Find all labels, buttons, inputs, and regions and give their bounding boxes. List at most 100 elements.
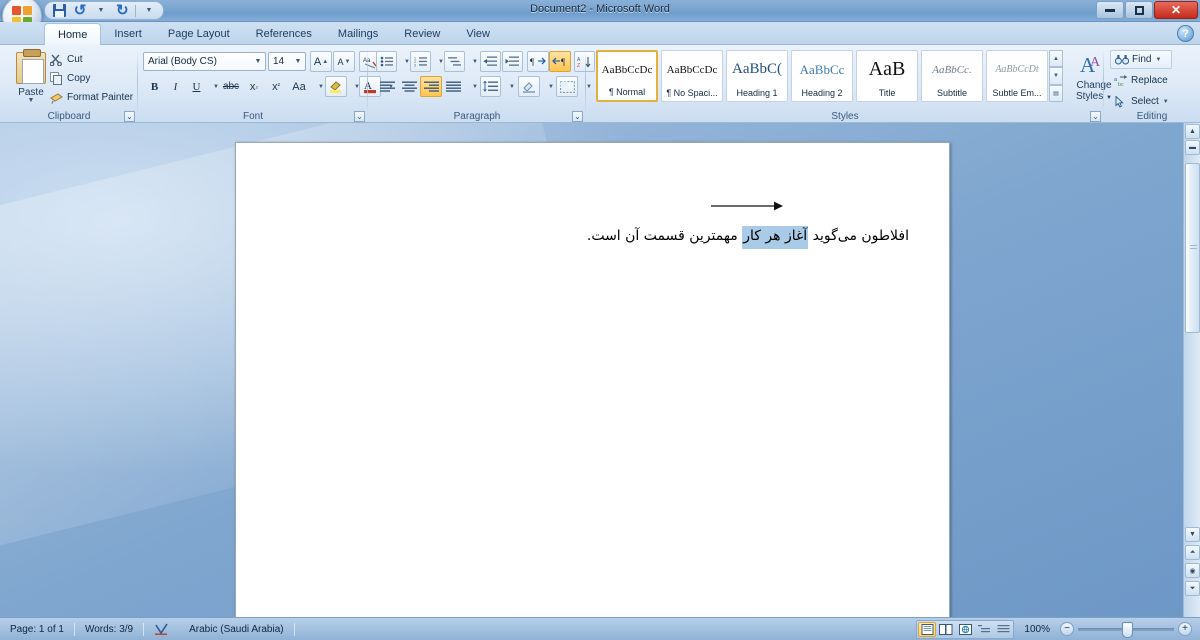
undo-dropdown-icon[interactable]: ▼ (93, 3, 109, 18)
style-name: Heading 2 (801, 88, 843, 98)
style-heading-2[interactable]: AaBbCc Heading 2 (791, 50, 853, 102)
zoom-in-button[interactable]: + (1178, 622, 1192, 636)
word-count[interactable]: Words: 3/9 (75, 618, 143, 640)
save-button[interactable] (51, 3, 67, 18)
underline-button[interactable]: U (186, 76, 207, 97)
status-divider (293, 622, 295, 636)
style-no-spacing[interactable]: AaBbCcDc ¶ No Spaci... (661, 50, 723, 102)
ribbon-group-paragraph: ▼ 123 ▼ ▼ ¶ ¶ AZ ▼ ▼ ▼ ▼ Paragraph ⌄ (368, 45, 619, 123)
split-window-button[interactable]: ▬ (1185, 140, 1200, 155)
style-normal[interactable]: AaBbCcDc ¶ Normal (596, 50, 658, 102)
styles-dialog-launcher[interactable]: ⌄ (1090, 111, 1101, 122)
tab-mailings[interactable]: Mailings (325, 22, 391, 45)
zoom-track[interactable] (1078, 621, 1174, 638)
select-dropdown-icon[interactable]: ▼ (1163, 99, 1169, 105)
tab-page-layout[interactable]: Page Layout (155, 22, 243, 45)
style-title[interactable]: AaB Title (856, 50, 918, 102)
italic-button[interactable]: I (165, 76, 186, 97)
zoom-out-button[interactable]: − (1060, 622, 1074, 636)
rtl-text-direction-button[interactable]: ¶ (549, 51, 571, 72)
styles-scroll-up-button[interactable]: ▲ (1049, 50, 1063, 68)
increase-indent-button[interactable] (502, 51, 523, 72)
language-indicator[interactable]: Arabic (Saudi Arabia) (179, 618, 294, 640)
selected-text-run[interactable]: آغاز هر کار (742, 226, 809, 249)
help-icon[interactable]: ? (1177, 25, 1194, 42)
format-painter-button[interactable]: Format Painter (46, 89, 136, 106)
find-dropdown-icon[interactable]: ▼ (1155, 57, 1161, 63)
scroll-up-button[interactable]: ▲ (1185, 124, 1200, 139)
redo-button[interactable]: ↺ (114, 2, 130, 19)
style-name: Subtle Em... (992, 88, 1042, 98)
close-button[interactable]: ✕ (1154, 1, 1198, 19)
zoom-level[interactable]: 100% (1014, 624, 1060, 635)
vertical-scrollbar[interactable]: ▲ ▬ ▼ ⏶ ◉ ⏷ (1183, 123, 1200, 617)
copy-button[interactable]: Copy (46, 70, 93, 87)
line-spacing-button[interactable] (480, 76, 501, 97)
borders-button[interactable] (556, 76, 578, 97)
font-dialog-launcher[interactable]: ⌄ (354, 111, 365, 122)
tab-review[interactable]: Review (391, 22, 453, 45)
font-name-combobox[interactable]: Arial (Body CS) ▼ (143, 52, 266, 71)
align-right-button[interactable] (420, 76, 442, 97)
subscript-button[interactable]: x₂ (243, 76, 265, 97)
style-subtle-emphasis[interactable]: AaBbCcDt Subtle Em... (986, 50, 1048, 102)
style-heading-1[interactable]: AaBbC( Heading 1 (726, 50, 788, 102)
styles-more-button[interactable]: ▤ (1049, 84, 1063, 102)
font-size-combobox[interactable]: 14 ▼ (268, 52, 306, 71)
scroll-thumb[interactable] (1185, 163, 1200, 333)
numbering-button[interactable]: 123 (410, 51, 431, 72)
font-name-dropdown-icon[interactable]: ▼ (251, 53, 265, 70)
bold-button[interactable]: B (144, 76, 165, 97)
zoom-thumb[interactable] (1122, 621, 1133, 638)
font-size-dropdown-icon[interactable]: ▼ (291, 53, 305, 70)
tab-view[interactable]: View (453, 22, 503, 45)
shrink-font-button[interactable]: A ▼ (333, 51, 355, 72)
tab-references[interactable]: References (243, 22, 325, 45)
align-center-button[interactable] (398, 76, 420, 97)
print-layout-view-button[interactable] (918, 621, 937, 637)
document-page[interactable]: افلاطون می‌گوید آغاز هر کار مهمترین قسمت… (235, 142, 950, 617)
find-button[interactable]: Find ▼ (1110, 50, 1172, 69)
replace-button[interactable]: a bc Replace (1110, 71, 1184, 90)
scroll-down-button[interactable]: ▼ (1185, 527, 1200, 542)
full-screen-reading-view-button[interactable] (937, 622, 955, 637)
select-button[interactable]: Select ▼ (1110, 92, 1178, 111)
paragraph-dialog-launcher[interactable]: ⌄ (572, 111, 583, 122)
customize-qat-button[interactable]: ▼ (141, 3, 157, 18)
bullets-button[interactable] (376, 51, 397, 72)
shading-button[interactable] (518, 76, 540, 97)
paste-dropdown-icon[interactable]: ▼ (28, 97, 35, 104)
style-name: ¶ No Spaci... (666, 88, 718, 98)
strikethrough-button[interactable]: abc (219, 76, 243, 97)
cut-button[interactable]: Cut (46, 51, 86, 68)
restore-button[interactable] (1125, 1, 1153, 19)
align-left-button[interactable] (376, 76, 398, 97)
multilevel-list-button[interactable] (444, 51, 465, 72)
clipboard-dialog-launcher[interactable]: ⌄ (124, 111, 135, 122)
document-paragraph[interactable]: افلاطون می‌گوید آغاز هر کار مهمترین قسمت… (309, 226, 909, 249)
text-highlight-color-button[interactable] (325, 76, 347, 97)
style-subtitle[interactable]: AaBbCc. Subtitle (921, 50, 983, 102)
styles-scroll-down-button[interactable]: ▼ (1049, 67, 1063, 85)
next-page-button[interactable]: ⏷ (1185, 581, 1200, 596)
justify-button[interactable] (442, 76, 464, 97)
decrease-indent-button[interactable] (480, 51, 501, 72)
draft-view-button[interactable] (994, 622, 1012, 637)
page-indicator[interactable]: Page: 1 of 1 (0, 618, 74, 640)
ltr-text-direction-button[interactable]: ¶ (527, 51, 549, 72)
outline-view-button[interactable] (975, 622, 993, 637)
paragraph-group-label: Paragraph (453, 111, 501, 122)
tab-insert[interactable]: Insert (101, 22, 155, 45)
undo-button[interactable]: ↺ (72, 3, 88, 18)
superscript-button[interactable]: x² (265, 76, 287, 97)
ribbon-tabs: Home Insert Page Layout References Maili… (44, 22, 503, 45)
select-browse-object-button[interactable]: ◉ (1185, 563, 1200, 578)
grow-font-button[interactable]: A ▲ (310, 51, 332, 72)
zoom-slider[interactable]: − + (1060, 621, 1192, 638)
previous-page-button[interactable]: ⏶ (1185, 545, 1200, 560)
tab-home[interactable]: Home (44, 23, 102, 45)
change-case-button[interactable]: Aa (287, 76, 311, 97)
minimize-button[interactable] (1096, 1, 1124, 19)
web-layout-view-button[interactable] (956, 622, 974, 637)
proofing-status-button[interactable] (144, 618, 179, 640)
